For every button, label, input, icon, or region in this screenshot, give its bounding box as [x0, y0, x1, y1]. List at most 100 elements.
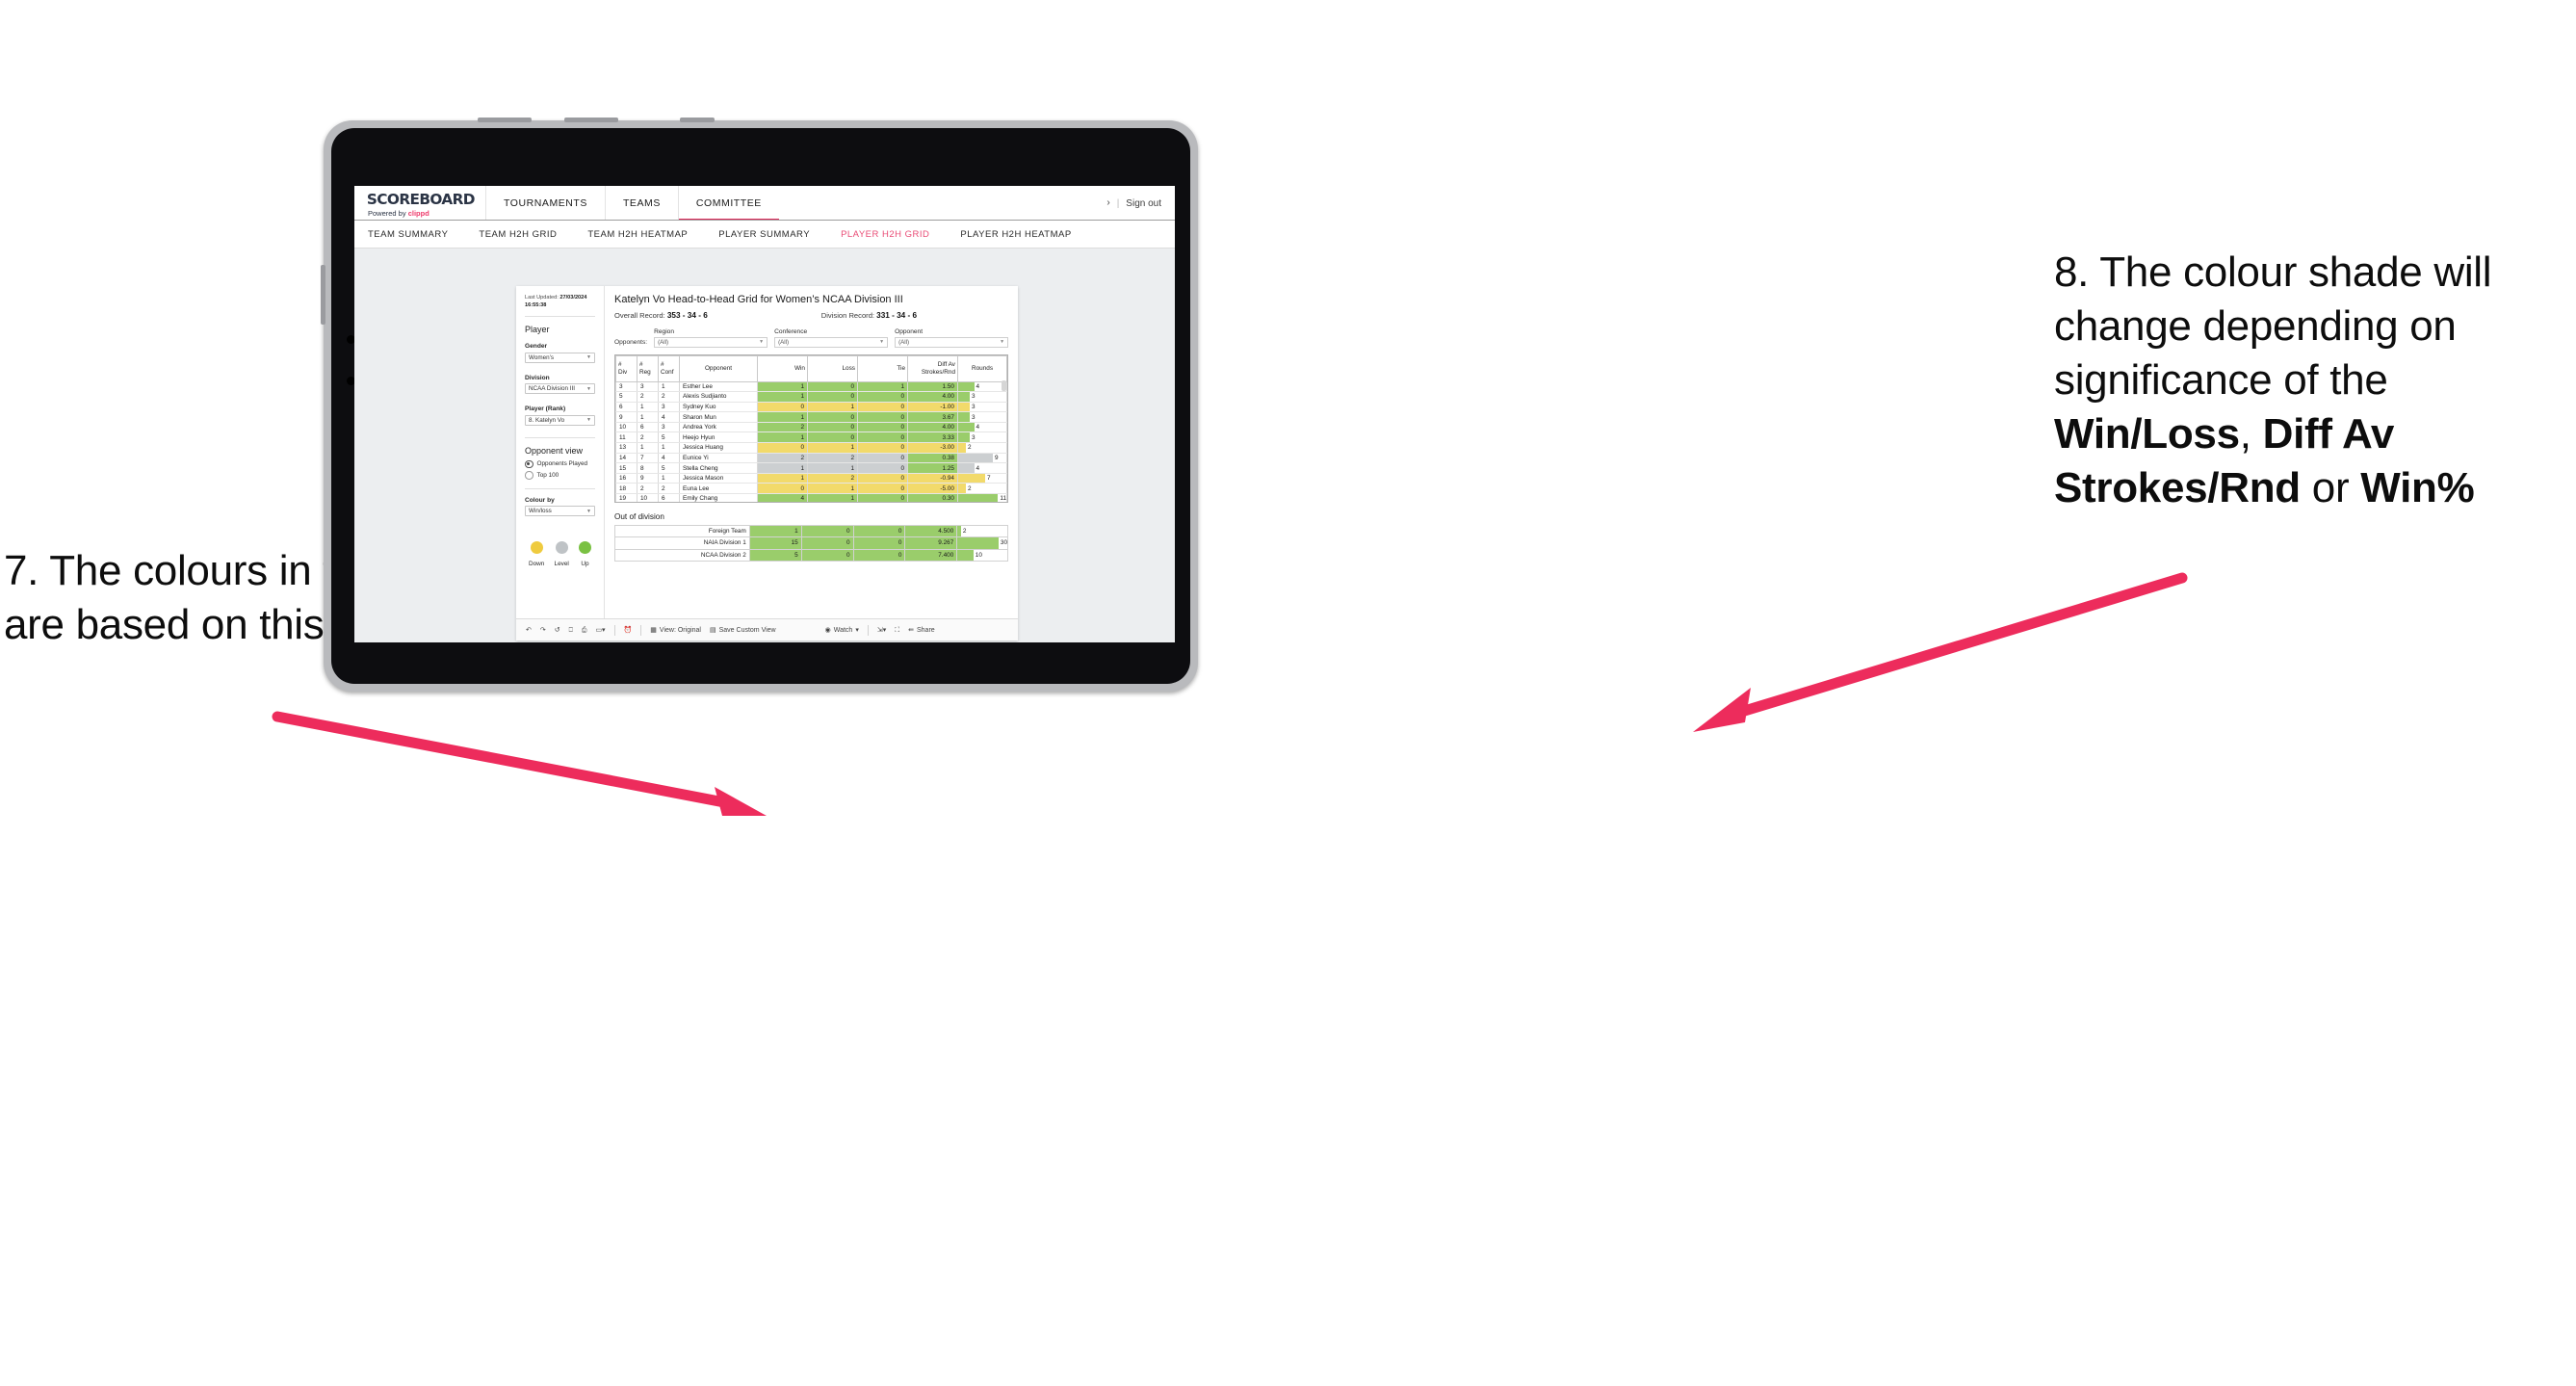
- table-row[interactable]: 14 7 4 Eunice Yi 2 2 0 0.38 9: [615, 453, 1007, 464]
- legend-level-label: Level: [554, 561, 569, 568]
- divider: [525, 487, 595, 489]
- workbook-canvas: Last Updated: 27/03/2024 16:55:38 Player…: [354, 248, 1175, 642]
- cell-diff: 3.67: [907, 411, 958, 423]
- viz-body: Last Updated: 27/03/2024 16:55:38 Player…: [516, 286, 1018, 618]
- cell-group-name: NAIA Division 1: [614, 536, 750, 550]
- filter-conference-dropdown[interactable]: (All) ▼: [774, 337, 889, 348]
- cell-rounds: 3: [957, 411, 1007, 423]
- rounds-bar-fill: [957, 537, 999, 549]
- cell-win: 1: [748, 524, 802, 537]
- cell-diff: 4.00: [907, 422, 958, 433]
- subnav-player-summary[interactable]: PLAYER SUMMARY: [703, 229, 825, 240]
- rounds-bar: 3: [958, 412, 1006, 422]
- chevron-right-icon: ›: [1106, 197, 1110, 208]
- table-row[interactable]: 15 8 5 Stella Cheng 1 1 0 1.25 4: [615, 462, 1007, 474]
- table-row[interactable]: NCAA Division 2 5 0 0 7.400 10: [614, 548, 1008, 562]
- divider: [613, 624, 615, 636]
- rounds-bar-fill: [958, 432, 970, 443]
- radio-top-100[interactable]: Top 100: [525, 471, 595, 480]
- h2h-grid-scroll-area[interactable]: # Div # Reg # Conf Opponent Win Loss Tie Di…: [614, 353, 1008, 503]
- header-reg-l1: #: [639, 360, 643, 368]
- table-row[interactable]: 5 2 2 Alexis Sudjianto 1 0 0 4.00 3: [615, 391, 1007, 403]
- watch-icon: ◉: [824, 626, 831, 634]
- legend-down-label: Down: [529, 561, 545, 568]
- rounds-value: 4: [976, 424, 980, 431]
- cell-conf: 4: [658, 453, 680, 464]
- rounds-bar-fill: [958, 392, 970, 402]
- sign-out-area[interactable]: › | Sign out: [1106, 186, 1175, 221]
- header-win: Win: [757, 354, 808, 382]
- redo-icon[interactable]: ↷: [540, 627, 546, 634]
- table-row[interactable]: 10 6 3 Andrea York 2 0 0 4.00 4: [615, 422, 1007, 433]
- save-custom-view-button[interactable]: ▤ Save Custom View: [710, 627, 776, 634]
- filter-region-dropdown[interactable]: (All) ▼: [654, 337, 768, 348]
- table-row[interactable]: Foreign Team 1 0 0 4.500 2: [614, 524, 1008, 537]
- cell-div: 10: [615, 422, 637, 433]
- share-button[interactable]: ⇚ Share: [908, 627, 935, 634]
- fullscreen-icon[interactable]: ⛶: [895, 627, 899, 634]
- filter-dropdown-icon[interactable]: ▭▾: [595, 627, 605, 634]
- table-row[interactable]: 6 1 3 Sydney Kuo 0 1 0 -1.00 3: [615, 402, 1007, 413]
- header-opponent: Opponent: [679, 354, 758, 382]
- rounds-bar: 2: [958, 443, 1006, 453]
- download-icon[interactable]: ⇲▾: [877, 627, 886, 634]
- cell-win: 5: [748, 548, 802, 562]
- table-row[interactable]: 19 10 6 Emily Chang 4 1 0 0.30 11: [615, 493, 1007, 502]
- save-custom-view-label: Save Custom View: [718, 626, 776, 634]
- rounds-value: 9: [995, 454, 999, 461]
- cell-win: 0: [757, 402, 808, 413]
- table-row[interactable]: 18 2 2 Euna Lee 0 1 0 -5.00 2: [615, 483, 1007, 495]
- cell-div: 11: [615, 431, 637, 444]
- header-div-l1: #: [618, 360, 622, 368]
- grid-vertical-scrollbar[interactable]: [1002, 379, 1006, 391]
- sign-out-label[interactable]: Sign out: [1126, 198, 1161, 209]
- filter-region-value: (All): [658, 338, 669, 346]
- legend-down-swatch: [530, 541, 543, 555]
- table-row[interactable]: 9 1 4 Sharon Mun 1 0 0 3.67 3: [615, 411, 1007, 423]
- filter-player-rank-label: Player (Rank): [525, 405, 566, 413]
- colour-by-dropdown[interactable]: Win/loss ▼: [525, 506, 595, 517]
- cell-win: 1: [757, 391, 808, 403]
- cell-diff: -3.00: [907, 442, 958, 454]
- radio-opponents-played[interactable]: Opponents Played: [525, 459, 595, 469]
- top-nav-tournaments[interactable]: TOURNAMENTS: [485, 186, 605, 221]
- filter-gender: Gender Women’s ▼: [525, 343, 595, 363]
- subnav-team-h2h-grid[interactable]: TEAM H2H GRID: [463, 229, 572, 240]
- header-reg: # Reg: [637, 354, 659, 382]
- subnav-player-h2h-heatmap[interactable]: PLAYER H2H HEATMAP: [945, 229, 1086, 240]
- legend-up-label: Up: [581, 561, 589, 568]
- filter-division-dropdown[interactable]: NCAA Division III ▼: [525, 383, 595, 395]
- table-row[interactable]: 13 1 1 Jessica Huang 0 1 0 -3.00 2: [615, 442, 1007, 454]
- table-row[interactable]: NAIA Division 1 15 0 0 9.267 30: [614, 536, 1008, 550]
- view-original-button[interactable]: ▦ View: Original: [650, 627, 701, 634]
- top-nav-teams[interactable]: TEAMS: [604, 186, 678, 221]
- colour-legend: Down Level Up: [525, 541, 595, 567]
- filter-opponent-dropdown[interactable]: (All) ▼: [895, 337, 1009, 348]
- table-row[interactable]: 11 2 5 Heejo Hyun 1 0 0 3.33 3: [615, 431, 1007, 444]
- filter-player-rank: Player (Rank) 8. Katelyn Vo ▼: [525, 405, 595, 426]
- refresh-icon[interactable]: ⎕: [569, 627, 573, 634]
- table-row[interactable]: 3 3 1 Esther Lee 1 0 1 1.50 4: [615, 381, 1007, 393]
- chevron-down-icon: ▼: [759, 339, 765, 346]
- filter-gender-dropdown[interactable]: Women’s ▼: [525, 352, 595, 363]
- revert-icon[interactable]: ↺: [555, 627, 560, 634]
- divider: |: [1116, 197, 1120, 209]
- cell-rounds: 3: [957, 391, 1007, 403]
- undo-icon[interactable]: ↶: [526, 627, 532, 634]
- subnav-team-summary[interactable]: TEAM SUMMARY: [368, 229, 463, 240]
- table-row[interactable]: 16 9 1 Jessica Mason 1 2 0 -0.94 7: [615, 473, 1007, 484]
- annotation-8-part1: 8. The colour shade will change dependin…: [2054, 248, 2492, 404]
- subnav-player-h2h-grid[interactable]: PLAYER H2H GRID: [825, 229, 945, 240]
- cell-reg: 1: [637, 402, 659, 413]
- watch-button[interactable]: ◉ Watch ▾: [825, 627, 859, 634]
- cell-tie: 0: [857, 453, 908, 464]
- pause-auto-update-icon[interactable]: ⏰: [624, 627, 633, 634]
- tablet-device: SCOREBOARD Powered by clippd TOURNAMENTS…: [321, 118, 1198, 692]
- subnav-team-h2h-heatmap[interactable]: TEAM H2H HEATMAP: [572, 229, 703, 240]
- filter-player-rank-dropdown[interactable]: 8. Katelyn Vo ▼: [525, 414, 595, 426]
- cell-opponent: Emily Chang: [679, 493, 758, 502]
- cell-reg: 3: [637, 381, 659, 393]
- colour-by-value: Win/loss: [529, 508, 552, 515]
- top-nav-committee[interactable]: COMMITTEE: [677, 186, 779, 221]
- pause-updates-icon[interactable]: ⎙: [582, 627, 587, 634]
